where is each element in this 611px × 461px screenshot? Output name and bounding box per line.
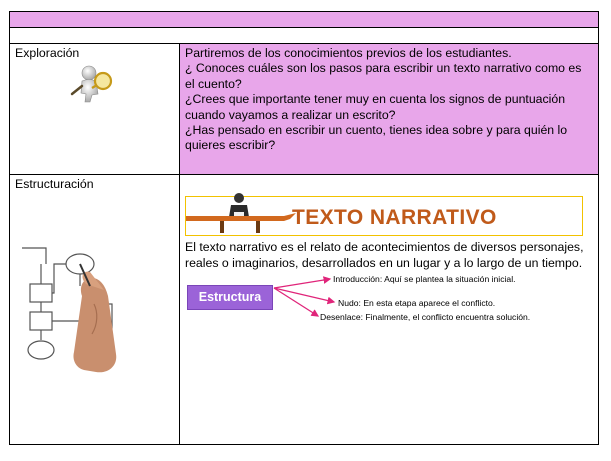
banner-bar-icon bbox=[186, 213, 296, 221]
exploration-paragraph: ¿ Conoces cuáles son los pasos para escr… bbox=[185, 61, 582, 91]
estructura-button: Estructura bbox=[187, 285, 273, 310]
table-column-divider bbox=[179, 43, 180, 445]
exploration-text: Partiremos de los conocimientos previos … bbox=[185, 46, 593, 154]
narrative-definition: El texto narrativo es el relato de acont… bbox=[185, 240, 584, 270]
part-desenlace: Desenlace: Finalmente, el conflicto encu… bbox=[320, 312, 531, 322]
part-introduccion: Introducción: Aquí se plantea la situaci… bbox=[333, 274, 516, 284]
hand-drawing-flowchart-icon bbox=[22, 247, 117, 373]
magnifier-figure-icon bbox=[70, 65, 113, 103]
table-border-bottom bbox=[9, 444, 599, 445]
header-band bbox=[9, 11, 599, 27]
banner-title: TEXTO NARRATIVO bbox=[292, 206, 497, 229]
exploration-paragraph: Partiremos de los conocimientos previos … bbox=[185, 46, 512, 60]
row-label-exploracion: Exploración bbox=[15, 46, 80, 60]
table-line-2 bbox=[9, 43, 599, 44]
exploration-paragraph: ¿Crees que importante tener muy en cuent… bbox=[185, 92, 566, 122]
table-line-1 bbox=[9, 27, 599, 28]
table-border-right bbox=[598, 11, 599, 445]
table-border-left bbox=[9, 11, 10, 445]
row-label-estructuracion: Estructuración bbox=[15, 177, 94, 191]
table-line-3 bbox=[9, 174, 599, 175]
part-nudo: Nudo: En esta etapa aparece el conflicto… bbox=[338, 298, 496, 308]
exploration-paragraph: ¿Has pensado en escribir un cuento, tien… bbox=[185, 123, 568, 153]
texto-narrativo-banner: TEXTO NARRATIVO bbox=[185, 193, 583, 236]
table-border-top bbox=[9, 11, 599, 12]
